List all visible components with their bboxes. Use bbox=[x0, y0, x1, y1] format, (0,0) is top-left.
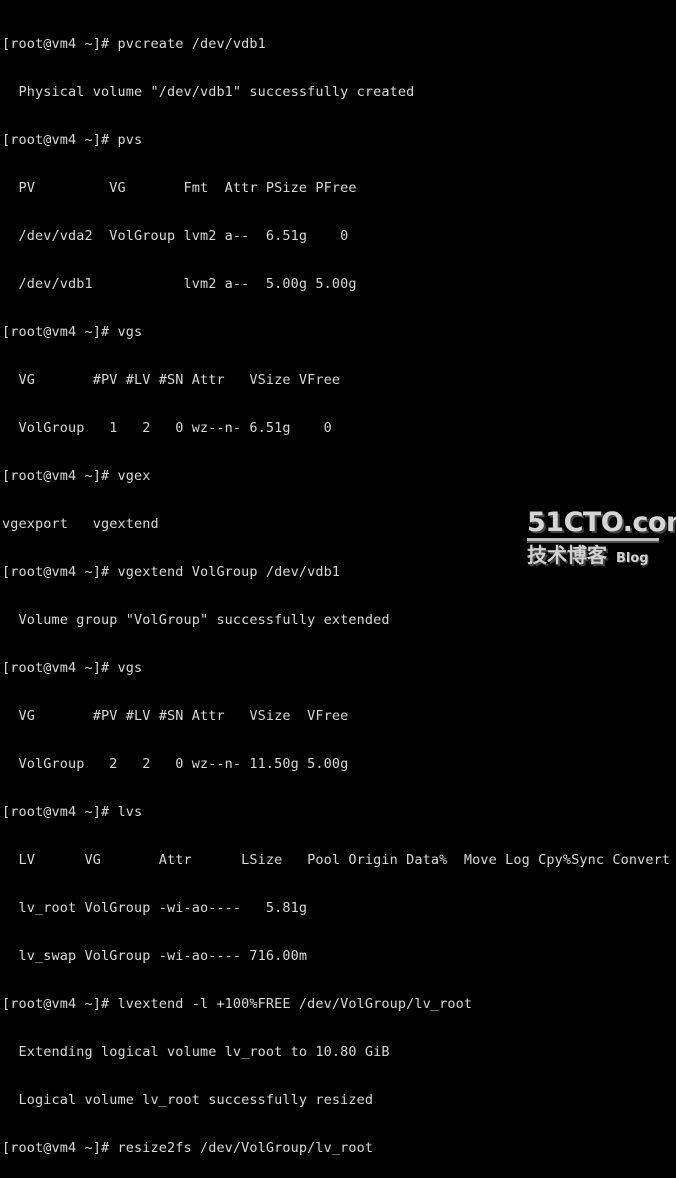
terminal-line: PV VG Fmt Attr PSize PFree bbox=[2, 180, 357, 196]
terminal-line: VG #PV #LV #SN Attr VSize VFree bbox=[2, 372, 341, 388]
terminal-line: [root@vm4 ~]# vgs bbox=[2, 324, 143, 340]
terminal-line: /dev/vda2 VolGroup lvm2 a-- 6.51g 0 bbox=[2, 228, 349, 244]
terminal-line: LV VG Attr LSize Pool Origin Data% Move … bbox=[2, 852, 671, 868]
terminal-line: vgexport vgextend bbox=[2, 516, 159, 532]
terminal-line: [root@vm4 ~]# resize2fs /dev/VolGroup/lv… bbox=[2, 1140, 374, 1156]
terminal-line: [root@vm4 ~]# vgextend VolGroup /dev/vdb… bbox=[2, 564, 341, 580]
terminal-window[interactable]: [root@vm4 ~]# pvcreate /dev/vdb1 Physica… bbox=[0, 0, 676, 1156]
terminal-line: [root@vm4 ~]# vgs bbox=[2, 660, 143, 676]
terminal-line: [root@vm4 ~]# lvs bbox=[2, 804, 143, 820]
terminal-line: Logical volume lv_root successfully resi… bbox=[2, 1092, 374, 1108]
terminal-line: lv_swap VolGroup -wi-ao---- 716.00m bbox=[2, 948, 308, 964]
terminal-line: [root@vm4 ~]# vgex bbox=[2, 468, 151, 484]
terminal-line: [root@vm4 ~]# lvextend -l +100%FREE /dev… bbox=[2, 996, 473, 1012]
terminal-line: Extending logical volume lv_root to 10.8… bbox=[2, 1044, 390, 1060]
terminal-line: VolGroup 1 2 0 wz--n- 6.51g 0 bbox=[2, 420, 332, 436]
terminal-line: [root@vm4 ~]# pvs bbox=[2, 132, 143, 148]
terminal-line: VolGroup 2 2 0 wz--n- 11.50g 5.00g bbox=[2, 756, 349, 772]
terminal-line: lv_root VolGroup -wi-ao---- 5.81g bbox=[2, 900, 308, 916]
terminal-screen[interactable]: [root@vm4 ~]# pvcreate /dev/vdb1 Physica… bbox=[2, 4, 676, 1178]
terminal-line: /dev/vdb1 lvm2 a-- 5.00g 5.00g bbox=[2, 276, 357, 292]
terminal-line: [root@vm4 ~]# pvcreate /dev/vdb1 bbox=[2, 36, 266, 52]
terminal-line: Physical volume "/dev/vdb1" successfully… bbox=[2, 84, 415, 100]
terminal-line: Volume group "VolGroup" successfully ext… bbox=[2, 612, 390, 628]
terminal-line: VG #PV #LV #SN Attr VSize VFree bbox=[2, 708, 349, 724]
